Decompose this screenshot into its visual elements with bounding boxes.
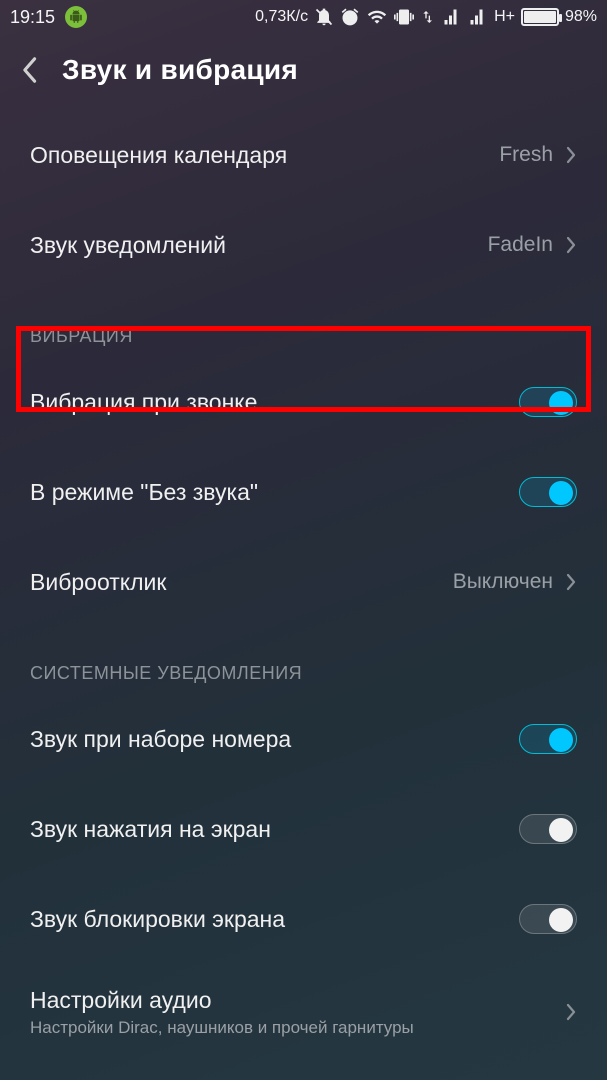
calendar-alerts-value: Fresh [499, 143, 553, 167]
vibrate-on-ring-label: Вибрация при звонке [30, 389, 257, 416]
signal-icon-1 [442, 8, 462, 26]
row-vibrate-on-ring[interactable]: Вибрация при звонке [0, 357, 607, 447]
row-touch-sound[interactable]: Звук нажатия на экран [0, 784, 607, 874]
calendar-alerts-label: Оповещения календаря [30, 142, 287, 169]
status-bar: 19:15 0,73К/с H+ 98% [0, 0, 607, 34]
chevron-right-icon [565, 572, 577, 592]
chevron-right-icon [565, 145, 577, 165]
haptic-value: Выключен [453, 570, 553, 594]
page-title: Звук и вибрация [62, 54, 298, 86]
wifi-icon [366, 7, 388, 27]
mute-icon [314, 7, 334, 27]
alarm-icon [340, 7, 360, 27]
network-type: H+ [494, 8, 515, 26]
status-netspeed: 0,73К/с [255, 8, 308, 26]
android-icon [65, 6, 87, 28]
row-vibrate-silent[interactable]: В режиме "Без звука" [0, 447, 607, 537]
status-time: 19:15 [10, 7, 55, 28]
battery-percent: 98% [565, 8, 597, 26]
signal-icon-2 [468, 8, 488, 26]
touch-sound-toggle[interactable] [519, 814, 577, 844]
dialpad-sound-label: Звук при наборе номера [30, 726, 291, 753]
vibrate-silent-label: В режиме "Без звука" [30, 479, 258, 506]
lock-sound-toggle[interactable] [519, 904, 577, 934]
row-calendar-alerts[interactable]: Оповещения календаря Fresh [0, 110, 607, 200]
notification-sound-label: Звук уведомлений [30, 232, 226, 259]
row-dialpad-sound[interactable]: Звук при наборе номера [0, 694, 607, 784]
row-haptic[interactable]: Виброотклик Выключен [0, 537, 607, 627]
dialpad-sound-toggle[interactable] [519, 724, 577, 754]
notification-sound-value: FadeIn [488, 233, 553, 257]
chevron-right-icon [565, 1002, 577, 1022]
audio-settings-label: Настройки аудио [30, 987, 414, 1014]
row-notification-sound[interactable]: Звук уведомлений FadeIn [0, 200, 607, 290]
row-audio-settings[interactable]: Настройки аудио Настройки Dirac, наушник… [0, 964, 607, 1060]
back-icon[interactable] [20, 56, 48, 84]
data-arrows-icon [420, 7, 436, 27]
vibrate-on-ring-toggle[interactable] [519, 387, 577, 417]
row-lock-sound[interactable]: Звук блокировки экрана [0, 874, 607, 964]
vibrate-silent-toggle[interactable] [519, 477, 577, 507]
section-system-header: СИСТЕМНЫЕ УВЕДОМЛЕНИЯ [0, 645, 607, 694]
section-vibration-header: ВИБРАЦИЯ [0, 308, 607, 357]
chevron-right-icon [565, 235, 577, 255]
vibrate-icon [394, 7, 414, 27]
touch-sound-label: Звук нажатия на экран [30, 816, 271, 843]
page-header: Звук и вибрация [0, 34, 607, 110]
lock-sound-label: Звук блокировки экрана [30, 906, 285, 933]
battery-icon [521, 8, 559, 26]
audio-settings-sub: Настройки Dirac, наушников и прочей гарн… [30, 1018, 414, 1038]
haptic-label: Виброотклик [30, 569, 166, 596]
